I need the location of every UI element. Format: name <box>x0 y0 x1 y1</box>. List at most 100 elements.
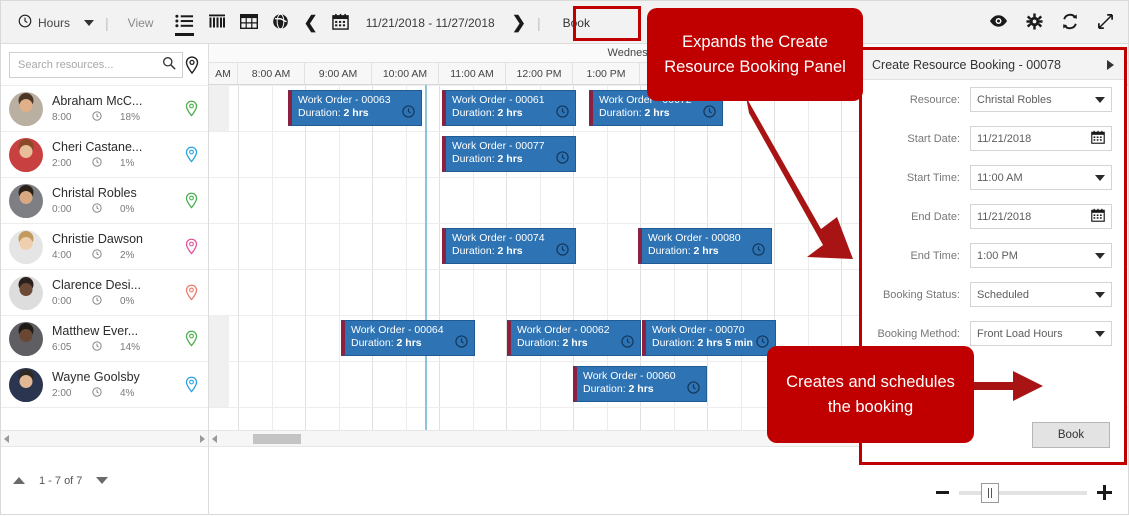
chevron-down-icon[interactable] <box>1095 330 1105 337</box>
next-period-button[interactable]: ❯ <box>505 1 533 44</box>
resource-info: Cheri Castane... 2:00 1% <box>52 140 180 170</box>
panel-field-row: Resource: Christal Robles <box>862 80 1124 119</box>
chevron-right-icon[interactable] <box>1107 59 1114 70</box>
zoom-slider-track[interactable] <box>959 482 1087 503</box>
scroll-left-arrow-icon[interactable] <box>4 434 9 443</box>
zoom-slider-thumb[interactable] <box>981 482 999 503</box>
map-pin-icon[interactable] <box>183 55 200 74</box>
previous-period-button[interactable]: ❮ <box>296 1 324 44</box>
field-control[interactable]: 11/21/2018 <box>970 204 1112 229</box>
booking-block[interactable]: Work Order - 00061 Duration: 2 hrs <box>442 90 576 126</box>
search-input-wrapper[interactable] <box>9 51 183 78</box>
field-value: Front Load Hours <box>977 327 1063 340</box>
pager: 1 - 7 of 7 <box>13 475 109 487</box>
field-control[interactable]: 11/21/2018 <box>970 126 1112 151</box>
resource-row[interactable]: Abraham McC... 8:00 18% <box>1 86 208 132</box>
duration-value: 2 hrs <box>396 337 422 349</box>
view-grid-button[interactable] <box>233 1 265 44</box>
gear-icon[interactable] <box>1026 12 1043 33</box>
resource-row[interactable]: Cheri Castane... 2:00 1% <box>1 132 208 178</box>
map-pin-icon[interactable] <box>180 192 202 209</box>
resource-list[interactable]: Abraham McC... 8:00 18% Cheri Castane... 2:0… <box>1 86 208 430</box>
view-globe-button[interactable] <box>265 1 296 44</box>
booking-block[interactable]: Work Order - 00062 Duration: 2 hrs <box>507 320 641 356</box>
resource-row[interactable]: Matthew Ever... 6:05 14% <box>1 316 208 362</box>
resource-row[interactable]: Wayne Goolsby 2:00 4% <box>1 362 208 408</box>
duration-value: 2 hrs <box>628 383 654 395</box>
booking-block[interactable]: Work Order - 00077 Duration: 2 hrs <box>442 136 576 172</box>
zoom-control[interactable] <box>936 482 1112 503</box>
booking-title: Work Order - 00080 <box>648 232 741 244</box>
field-value: 11/21/2018 <box>977 210 1032 223</box>
schedule-scroll-left-arrow-icon[interactable] <box>212 434 217 443</box>
resource-name: Christal Robles <box>52 185 137 200</box>
hours-selector[interactable]: Hours <box>11 1 77 44</box>
resource-row[interactable]: Clarence Desi... 0:00 0% <box>1 270 208 316</box>
resource-horizontal-scrollbar[interactable] <box>1 430 208 446</box>
booking-block[interactable]: Work Order - 00074 Duration: 2 hrs <box>442 228 576 264</box>
scroll-right-arrow-icon[interactable] <box>200 434 205 443</box>
chevron-down-icon[interactable] <box>1095 174 1105 181</box>
chevron-down-icon[interactable] <box>1095 252 1105 259</box>
map-pin-icon[interactable] <box>180 284 202 301</box>
booking-block[interactable]: Work Order - 00080 Duration: 2 hrs <box>638 228 772 264</box>
resource-panel: Abraham McC... 8:00 18% Cheri Castane... 2:0… <box>1 44 209 446</box>
toolbar-right-group <box>989 1 1114 44</box>
map-pin-icon[interactable] <box>180 100 202 117</box>
map-pin-icon[interactable] <box>180 146 202 163</box>
booking-title: Work Order - 00060 <box>583 370 676 382</box>
minus-icon[interactable] <box>936 491 949 494</box>
avatar <box>9 183 43 218</box>
map-pin-icon[interactable] <box>180 376 202 393</box>
chevron-down-icon[interactable] <box>1095 291 1105 298</box>
field-control[interactable]: Christal Robles <box>970 87 1112 112</box>
refresh-icon[interactable] <box>1061 13 1079 33</box>
booking-block[interactable]: Work Order - 00064 Duration: 2 hrs <box>341 320 475 356</box>
resource-info: Clarence Desi... 0:00 0% <box>52 278 180 308</box>
calendar-icon[interactable] <box>1091 208 1105 225</box>
field-control[interactable]: 11:00 AM <box>970 165 1112 190</box>
resource-utilization: 14% <box>120 341 141 353</box>
chevron-down-icon[interactable] <box>96 477 109 484</box>
resource-row[interactable]: Christie Dawson 4:00 2% <box>1 224 208 270</box>
hour-column-header: 1:00 PM <box>573 63 640 84</box>
booking-block[interactable]: Work Order - 00063 Duration: 2 hrs <box>288 90 422 126</box>
field-label: Resource: <box>909 93 960 106</box>
search-input[interactable] <box>16 57 162 72</box>
field-control[interactable]: Front Load Hours <box>970 321 1112 346</box>
view-list-button[interactable] <box>168 1 201 44</box>
booking-duration: Duration: 2 hrs <box>583 383 700 396</box>
eye-icon[interactable] <box>989 14 1008 31</box>
hours-dropdown-arrow[interactable] <box>77 1 101 44</box>
field-control[interactable]: 1:00 PM <box>970 243 1112 268</box>
top-toolbar: Hours | View ❮ 11/21/2018 - 11/27/2018 ❯… <box>1 1 1128 44</box>
book-button[interactable]: Book <box>1032 422 1110 448</box>
search-icon[interactable] <box>162 56 176 73</box>
resource-meta: 2:00 1% <box>52 156 180 170</box>
schedule-scroll-thumb[interactable] <box>253 433 301 444</box>
booking-block[interactable]: Work Order - 00070 Duration: 2 hrs 5 min <box>642 320 776 356</box>
duration-value: 2 hrs <box>497 245 523 257</box>
calendar-icon[interactable] <box>1091 130 1105 147</box>
chevron-down-icon[interactable] <box>1095 96 1105 103</box>
map-pin-icon[interactable] <box>180 238 202 255</box>
grid-vline <box>439 85 440 430</box>
hour-column-header: 10:00 AM <box>372 63 439 84</box>
resource-row[interactable]: Christal Robles 0:00 0% <box>1 178 208 224</box>
view-vertical-bars-button[interactable] <box>201 1 233 44</box>
plus-icon[interactable] <box>1097 485 1112 500</box>
map-pin-icon[interactable] <box>180 330 202 347</box>
duration-prefix: Duration: <box>452 245 498 257</box>
booking-block[interactable]: Work Order - 00060 Duration: 2 hrs <box>573 366 707 402</box>
panel-field-row: End Time: 1:00 PM <box>862 236 1124 275</box>
panel-fields: Resource: Christal Robles Start Date: 11/21… <box>862 80 1124 353</box>
chevron-up-icon[interactable] <box>13 477 25 484</box>
grid-vline-half <box>338 85 340 430</box>
field-control[interactable]: Scheduled <box>970 282 1112 307</box>
hour-column-header: AM <box>209 63 238 84</box>
clock-icon <box>752 243 765 259</box>
booking-title: Work Order - 00061 <box>452 94 545 106</box>
expand-icon[interactable] <box>1097 13 1114 33</box>
resource-info: Abraham McC... 8:00 18% <box>52 94 180 124</box>
calendar-picker-button[interactable] <box>325 1 356 44</box>
